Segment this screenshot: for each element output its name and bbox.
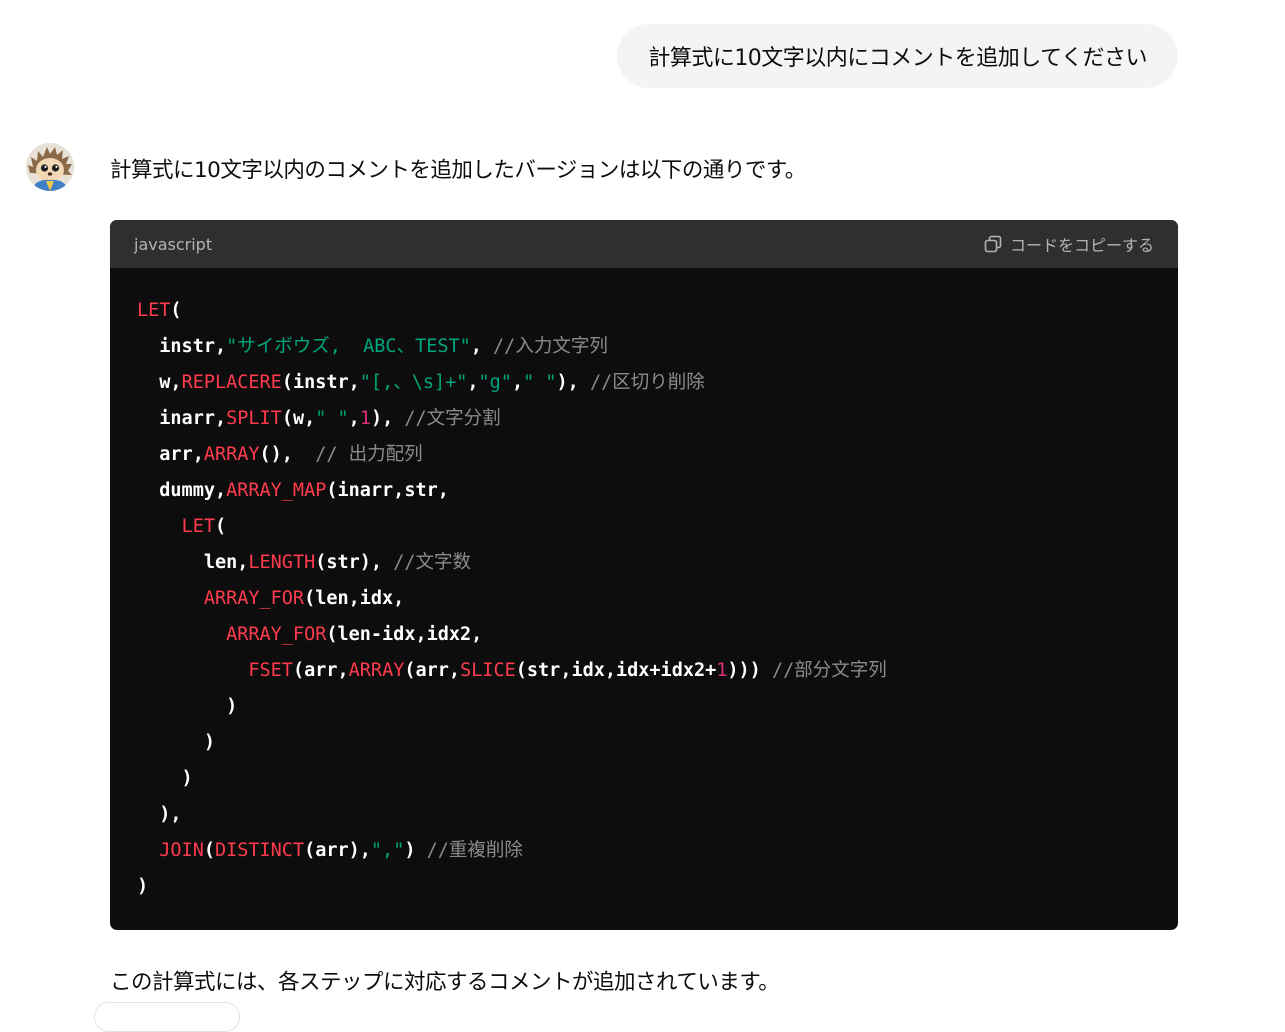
code-comment: //入力文字列 — [493, 336, 608, 357]
code-line: ) — [137, 725, 215, 761]
code-keyword: LET — [181, 516, 215, 537]
code-text: , — [470, 336, 494, 357]
code-text: ( — [170, 300, 182, 321]
user-message-bubble: 計算式に10文字以内にコメントを追加してください — [617, 24, 1178, 88]
code-text: (str,idx,idx+idx2+ — [515, 660, 717, 681]
code-keyword: JOIN — [159, 840, 204, 861]
code-keyword: ARRAY_MAP — [226, 480, 327, 501]
code-keyword: SPLIT — [226, 408, 282, 429]
code-text: ) — [137, 732, 215, 753]
code-string: "サイボウズ, ABC、TEST" — [226, 336, 471, 357]
code-number: 1 — [716, 660, 728, 681]
code-line: LET( — [137, 509, 227, 545]
copy-code-label: コードをコピーする — [1009, 236, 1154, 255]
code-line: ARRAY_FOR(len-idx,idx2, — [137, 617, 482, 653]
code-text: , — [467, 372, 479, 393]
hedgehog-avatar-icon — [26, 143, 74, 191]
code-text: (), — [259, 444, 316, 465]
code-text: (len,idx, — [304, 588, 405, 609]
code-text: len, — [137, 552, 249, 573]
assistant-intro-text: 計算式に10文字以内のコメントを追加したバージョンは以下の通りです。 — [110, 158, 806, 183]
code-text: ( — [214, 516, 227, 537]
code-text: ( — [203, 840, 215, 861]
code-line: instr,"サイボウズ, ABC、TEST", //入力文字列 — [137, 329, 608, 365]
code-line: inarr,SPLIT(w," ",1), //文字分割 — [137, 401, 501, 437]
code-text: w, — [137, 372, 182, 393]
code-keyword: LENGTH — [248, 552, 316, 573]
code-text: ), — [137, 804, 182, 825]
code-line: ) — [137, 869, 148, 905]
code-keyword: SLICE — [460, 660, 516, 681]
code-string: "[,、\s]+" — [359, 372, 468, 393]
copy-code-button[interactable]: コードをコピーする — [983, 232, 1154, 256]
code-text: (arr, — [404, 660, 461, 681]
code-block: javascript コードをコピーする LET( instr,"サイボウズ, … — [110, 220, 1178, 930]
code-comment: //重複削除 — [426, 840, 523, 861]
code-keyword: REPLACERE — [181, 372, 282, 393]
code-text: ) — [137, 768, 193, 789]
code-string: " " — [523, 372, 557, 393]
code-line: ) — [137, 689, 237, 725]
code-string: "," — [370, 840, 405, 861]
code-text: , — [348, 408, 360, 429]
code-text: inarr, — [137, 408, 227, 429]
code-text: (str), — [315, 552, 394, 573]
code-text: (arr, — [292, 660, 349, 681]
assistant-outro-text: この計算式には、各ステップに対応するコメントが追加されています。 — [110, 970, 780, 995]
code-keyword: DISTINCT — [214, 840, 305, 861]
user-message-text: 計算式に10文字以内にコメントを追加してください — [648, 46, 1147, 71]
code-comment: //文字分割 — [404, 408, 501, 429]
code-body: LET( instr,"サイボウズ, ABC、TEST", //入力文字列 w,… — [110, 268, 1178, 930]
code-line: len,LENGTH(str), //文字数 — [137, 545, 471, 581]
code-text: ) — [404, 840, 427, 861]
code-keyword: ARRAY — [203, 444, 260, 465]
code-keyword: ARRAY_FOR — [226, 624, 327, 645]
code-language-label: javascript — [134, 234, 213, 254]
message-action-button[interactable] — [94, 1002, 240, 1032]
code-text: (len-idx,idx2, — [326, 624, 483, 645]
code-keyword: ARRAY — [348, 660, 405, 681]
code-string: "g" — [478, 372, 512, 393]
code-comment: // 出力配列 — [315, 444, 423, 465]
code-line: LET( — [137, 293, 182, 329]
code-line: w,REPLACERE(instr,"[,、\s]+","g"," "), //… — [137, 365, 705, 401]
code-comment: //文字数 — [393, 552, 471, 573]
code-text: ) — [137, 696, 238, 717]
code-keyword: ARRAY_FOR — [203, 588, 305, 609]
code-string: " " — [315, 408, 349, 429]
code-line: dummy,ARRAY_MAP(inarr,str, — [137, 473, 449, 509]
code-text: ) — [137, 876, 149, 897]
code-line: arr,ARRAY(), // 出力配列 — [137, 437, 423, 473]
code-text: (instr, — [281, 372, 360, 393]
code-comment: //部分文字列 — [771, 660, 887, 681]
code-line: ) — [137, 761, 193, 797]
code-text: ), — [370, 408, 405, 429]
code-text: (arr), — [304, 840, 371, 861]
code-number: 1 — [359, 408, 371, 429]
copy-icon — [984, 235, 1002, 253]
code-text: instr, — [137, 336, 227, 357]
code-line: FSET(arr,ARRAY(arr,SLICE(str,idx,idx+idx… — [137, 653, 887, 689]
code-text: (inarr,str, — [326, 480, 449, 501]
code-keyword: FSET — [248, 660, 293, 681]
code-keyword: LET — [137, 300, 171, 321]
assistant-avatar — [26, 143, 74, 191]
code-text: arr, — [137, 444, 204, 465]
code-text: ))) — [727, 660, 772, 681]
code-text: ), — [556, 372, 590, 393]
code-line: ), — [137, 797, 182, 833]
code-text: dummy, — [137, 480, 227, 501]
code-line: ARRAY_FOR(len,idx, — [137, 581, 405, 617]
code-text: (w, — [281, 408, 316, 429]
code-line: JOIN(DISTINCT(arr),",") //重複削除 — [137, 833, 523, 869]
code-comment: //区切り削除 — [589, 372, 705, 393]
code-text: , — [511, 372, 524, 393]
code-block-header: javascript コードをコピーする — [110, 220, 1178, 268]
